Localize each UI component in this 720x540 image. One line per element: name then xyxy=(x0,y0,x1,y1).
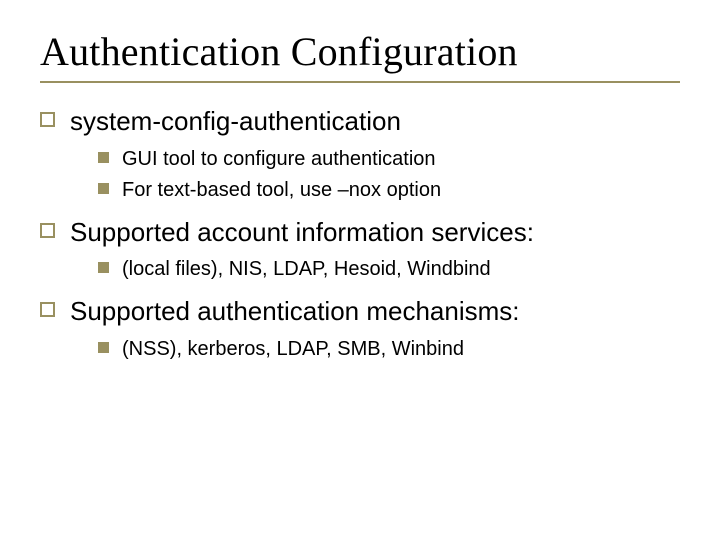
sub-list-item-text: (local files), NIS, LDAP, Hesoid, Windbi… xyxy=(122,258,491,280)
filled-square-icon xyxy=(98,262,109,273)
hollow-square-icon xyxy=(40,223,55,238)
filled-square-icon xyxy=(98,152,109,163)
filled-square-icon xyxy=(98,342,109,353)
sub-list-item-text: For text-based tool, use –nox option xyxy=(122,179,441,201)
title-underline xyxy=(40,81,680,83)
sub-list-item: (NSS), kerberos, LDAP, SMB, Winbind xyxy=(98,336,680,363)
hollow-square-icon xyxy=(40,112,55,127)
sub-list-item: (local files), NIS, LDAP, Hesoid, Windbi… xyxy=(98,256,680,283)
list-item: Supported authentication mechanisms: (NS… xyxy=(40,295,680,363)
list-item: system-config-authentication GUI tool to… xyxy=(40,105,680,204)
sub-list-item-text: (NSS), kerberos, LDAP, SMB, Winbind xyxy=(122,338,464,360)
sub-list-item: GUI tool to configure authentication xyxy=(98,146,680,173)
sub-list-item-text: GUI tool to configure authentication xyxy=(122,148,436,170)
filled-square-icon xyxy=(98,183,109,194)
content-list: system-config-authentication GUI tool to… xyxy=(40,105,680,363)
list-item-text: Supported account information services: xyxy=(70,217,534,247)
list-item-text: system-config-authentication xyxy=(70,106,401,136)
sub-list: (NSS), kerberos, LDAP, SMB, Winbind xyxy=(70,336,680,363)
slide: Authentication Configuration system-conf… xyxy=(0,0,720,540)
slide-title: Authentication Configuration xyxy=(40,28,680,75)
sub-list: GUI tool to configure authentication For… xyxy=(70,146,680,204)
sub-list: (local files), NIS, LDAP, Hesoid, Windbi… xyxy=(70,256,680,283)
list-item: Supported account information services: … xyxy=(40,216,680,284)
list-item-text: Supported authentication mechanisms: xyxy=(70,296,520,326)
hollow-square-icon xyxy=(40,302,55,317)
sub-list-item: For text-based tool, use –nox option xyxy=(98,177,680,204)
